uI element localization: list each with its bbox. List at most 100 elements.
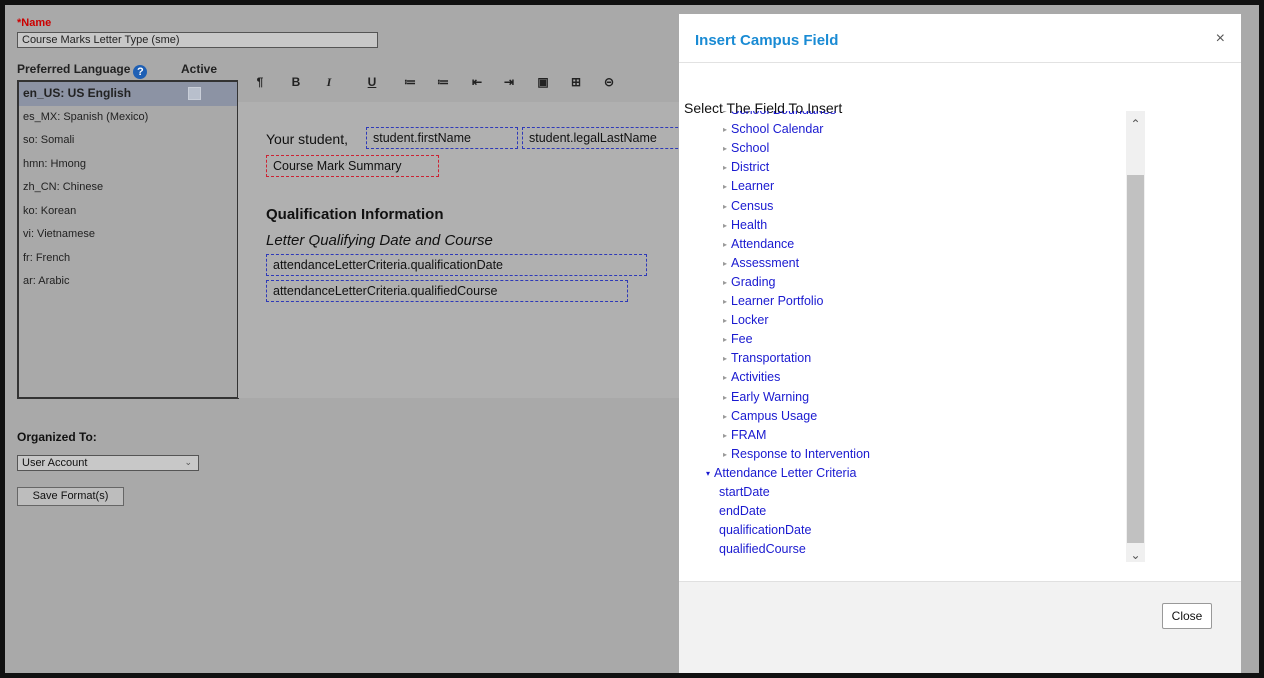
image-icon[interactable]: ▣: [535, 75, 551, 89]
expand-arrow-icon[interactable]: ▸: [723, 202, 727, 211]
tree-item[interactable]: ▸ FRAM: [723, 428, 766, 442]
expand-arrow-icon[interactable]: ▸: [723, 412, 727, 421]
greeting-text: Your student,: [266, 131, 348, 147]
language-item-en-us[interactable]: en_US: US English: [19, 82, 237, 106]
help-icon[interactable]: ?: [133, 65, 148, 79]
tree-leaf-field[interactable]: endDate: [719, 504, 766, 518]
tree-item[interactable]: ▸ Learner: [723, 179, 774, 193]
tree-item[interactable]: ▸ Campus Usage: [723, 409, 817, 423]
language-item-hmn[interactable]: hmn: Hmong: [19, 153, 237, 177]
expand-arrow-icon[interactable]: ▸: [723, 373, 727, 382]
underline-icon[interactable]: U: [364, 75, 380, 89]
expand-arrow-icon[interactable]: ▸: [723, 111, 727, 115]
tree-item[interactable]: ▸ School: [723, 141, 769, 155]
language-label: vi: Vietnamese: [23, 228, 95, 240]
language-label: ar: Arabic: [23, 275, 70, 287]
expand-arrow-icon[interactable]: ▸: [723, 393, 727, 402]
close-button[interactable]: Close: [1162, 603, 1212, 629]
expand-arrow-icon[interactable]: ▸: [723, 240, 727, 249]
name-input[interactable]: Course Marks Letter Type (sme): [17, 32, 378, 48]
tree-item[interactable]: ▸ Grading: [723, 275, 776, 289]
preferred-language-header: Preferred Language? Active: [17, 62, 239, 79]
scroll-up-icon[interactable]: ⌃: [1126, 117, 1145, 131]
field-student-last-name[interactable]: student.legalLastName: [522, 127, 688, 149]
indent-icon[interactable]: ⇥: [501, 75, 517, 89]
expand-arrow-icon[interactable]: ▸: [723, 450, 727, 459]
numbered-list-icon[interactable]: ≔: [435, 75, 451, 89]
tree-item-label: Locker: [731, 313, 769, 328]
name-label: *Name: [17, 17, 52, 29]
language-label: so: Somali: [23, 134, 75, 146]
tree-item[interactable]: ▸ Assessment: [723, 256, 799, 270]
scroll-down-icon[interactable]: ⌄: [1126, 548, 1145, 562]
language-item-fr[interactable]: fr: French: [19, 247, 237, 271]
tree-leaf-field[interactable]: qualifiedCourse: [719, 542, 806, 556]
language-label: zh_CN: Chinese: [23, 181, 104, 193]
language-item-zh-cn[interactable]: zh_CN: Chinese: [19, 176, 237, 200]
tree-item[interactable]: ▸ Census: [723, 199, 773, 213]
tree-item-label: School Boundaries: [731, 111, 836, 117]
tree-item-label: Health: [731, 217, 768, 232]
expand-arrow-icon[interactable]: ▸: [723, 316, 727, 325]
language-item-es-mx[interactable]: es_MX: Spanish (Mexico): [19, 106, 237, 130]
expand-arrow-icon[interactable]: ▸: [723, 297, 727, 306]
field-qualification-date[interactable]: attendanceLetterCriteria.qualificationDa…: [266, 254, 647, 276]
language-item-ko[interactable]: ko: Korean: [19, 200, 237, 224]
tree-item[interactable]: ▸ Transportation: [723, 351, 811, 365]
language-item-vi[interactable]: vi: Vietnamese: [19, 223, 237, 247]
tree-item[interactable]: ▸ Fee: [723, 332, 753, 346]
tree-leaf-field[interactable]: qualificationDate: [719, 523, 811, 537]
tree-item-label: Campus Usage: [731, 408, 818, 423]
preferred-language-label: Preferred Language: [17, 62, 131, 76]
tree-item[interactable]: ▸ District: [723, 160, 769, 174]
close-icon[interactable]: ×: [1216, 30, 1225, 48]
field-qualified-course[interactable]: attendanceLetterCriteria.qualifiedCourse: [266, 280, 628, 302]
tree-leaf-field[interactable]: startDate: [719, 485, 770, 499]
field-tree: ▸ School Boundaries ▸ School Calendar ▸ Schoo…: [679, 111, 1149, 562]
paragraph-icon[interactable]: ¶: [252, 75, 268, 89]
tree-item[interactable]: ▸ Response to Intervention: [723, 447, 870, 461]
tree-item[interactable]: ▸ Attendance: [723, 237, 794, 251]
tree-group-label: Attendance Letter Criteria: [714, 465, 857, 480]
language-item-ar[interactable]: ar: Arabic: [19, 270, 237, 294]
tree-item[interactable]: ▸ School Boundaries: [723, 111, 836, 117]
bold-icon[interactable]: B: [288, 75, 304, 89]
bullet-list-icon[interactable]: ≔: [402, 75, 418, 89]
tree-item[interactable]: ▸ Early Warning: [723, 390, 809, 404]
tree-group-attendance-letter-criteria[interactable]: ▾ Attendance Letter Criteria: [706, 466, 856, 480]
language-item-so[interactable]: so: Somali: [19, 129, 237, 153]
tree-item-label: Learner: [731, 179, 775, 194]
field-course-mark-summary[interactable]: Course Mark Summary: [266, 155, 439, 177]
organized-to-select[interactable]: User Account ⌄: [17, 455, 199, 471]
tree-item[interactable]: ▸ Learner Portfolio: [723, 294, 823, 308]
expand-arrow-icon[interactable]: ▸: [723, 431, 727, 440]
expand-arrow-icon[interactable]: ▸: [723, 144, 727, 153]
italic-icon[interactable]: I: [321, 75, 337, 90]
collapse-arrow-icon[interactable]: ▾: [706, 469, 710, 478]
expand-arrow-icon[interactable]: ▸: [723, 259, 727, 268]
expand-arrow-icon[interactable]: ▸: [723, 125, 727, 134]
table-icon[interactable]: ⊞: [568, 75, 584, 89]
expand-arrow-icon[interactable]: ▸: [723, 335, 727, 344]
outdent-icon[interactable]: ⇤: [469, 75, 485, 89]
expand-arrow-icon[interactable]: ▸: [723, 163, 727, 172]
expand-arrow-icon[interactable]: ▸: [723, 278, 727, 287]
tree-item-label: Response to Intervention: [731, 446, 870, 461]
tree-item[interactable]: ▸ Health: [723, 218, 767, 232]
tree-item[interactable]: ▸ Locker: [723, 313, 769, 327]
expand-arrow-icon[interactable]: ▸: [723, 354, 727, 363]
active-checkbox[interactable]: [188, 87, 201, 100]
tree-scrollbar[interactable]: ⌃ ⌄: [1126, 111, 1145, 562]
tree-item[interactable]: ▸ School Calendar: [723, 122, 823, 136]
tree-item-label: Census: [731, 198, 774, 213]
scrollbar-thumb[interactable]: [1127, 175, 1144, 543]
tree-item[interactable]: ▸ Activities: [723, 370, 780, 384]
qualification-heading: Qualification Information: [266, 206, 444, 223]
expand-arrow-icon[interactable]: ▸: [723, 221, 727, 230]
letter-editor[interactable]: ¶ B I U ≔ ≔ ⇤ ⇥ ▣ ⊞ ⊝ Your student, stud…: [238, 62, 688, 398]
save-formats-button[interactable]: Save Format(s): [17, 487, 124, 506]
expand-arrow-icon[interactable]: ▸: [723, 182, 727, 191]
field-student-first-name[interactable]: student.firstName: [366, 127, 518, 149]
language-label: en_US: US English: [23, 86, 132, 100]
link-icon[interactable]: ⊝: [601, 75, 617, 89]
